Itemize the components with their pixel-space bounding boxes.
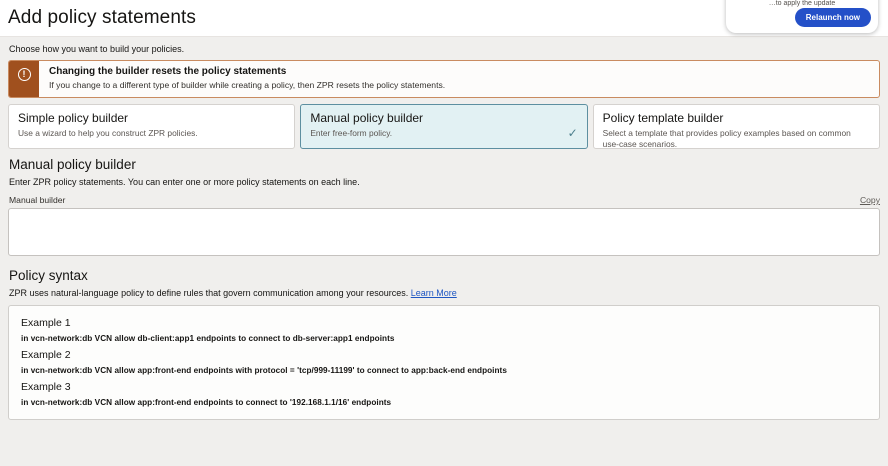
learn-more-link[interactable]: Learn More	[411, 288, 457, 298]
manual-builder-field-row: Manual builder Copy	[9, 195, 880, 205]
manual-builder-textarea[interactable]	[8, 208, 880, 256]
warning-title: Changing the builder resets the policy s…	[49, 66, 445, 77]
relaunch-now-button[interactable]: Relaunch now	[795, 8, 871, 27]
content-area: Choose how you want to build your polici…	[0, 37, 888, 466]
relaunch-toast: …to apply the update Relaunch now	[726, 0, 878, 33]
copy-link[interactable]: Copy	[860, 195, 880, 205]
card-title: Policy template builder	[603, 111, 870, 125]
card-description: Enter free-form policy.	[310, 128, 577, 139]
policy-syntax-heading: Policy syntax	[9, 268, 880, 283]
checkmark-icon: ✓	[568, 126, 578, 140]
warning-icon-strip: !	[9, 61, 39, 97]
toast-message: …to apply the update	[726, 0, 878, 7]
builder-cards: Simple policy builder Use a wizard to he…	[8, 104, 880, 149]
card-title: Simple policy builder	[18, 111, 285, 125]
policy-syntax-description: ZPR uses natural-language policy to defi…	[9, 288, 408, 298]
example-statement: in vcn-network:db VCN allow db-client:ap…	[21, 334, 867, 343]
manual-builder-label: Manual builder	[9, 195, 65, 205]
warning-description: If you change to a different type of bui…	[49, 80, 445, 90]
example-statement: in vcn-network:db VCN allow app:front-en…	[21, 398, 867, 407]
manual-builder-heading: Manual policy builder	[9, 157, 880, 172]
exclamation-circle-icon: !	[18, 68, 31, 81]
manual-builder-description: Enter ZPR policy statements. You can ent…	[9, 177, 880, 187]
warning-banner: ! Changing the builder resets the policy…	[8, 60, 880, 98]
card-description: Use a wizard to help you construct ZPR p…	[18, 128, 285, 139]
card-policy-template-builder[interactable]: Policy template builder Select a templat…	[593, 104, 880, 149]
warning-body: Changing the builder resets the policy s…	[39, 61, 455, 97]
card-title: Manual policy builder	[310, 111, 577, 125]
card-manual-policy-builder[interactable]: Manual policy builder Enter free-form po…	[300, 104, 587, 149]
card-simple-policy-builder[interactable]: Simple policy builder Use a wizard to he…	[8, 104, 295, 149]
example-label: Example 1	[21, 317, 867, 329]
card-description: Select a template that provides policy e…	[603, 128, 870, 149]
example-statement: in vcn-network:db VCN allow app:front-en…	[21, 366, 867, 375]
policy-syntax-description-row: ZPR uses natural-language policy to defi…	[9, 288, 880, 298]
example-label: Example 3	[21, 381, 867, 393]
lead-text: Choose how you want to build your polici…	[9, 44, 880, 54]
example-label: Example 2	[21, 349, 867, 361]
examples-panel: Example 1 in vcn-network:db VCN allow db…	[8, 305, 880, 420]
